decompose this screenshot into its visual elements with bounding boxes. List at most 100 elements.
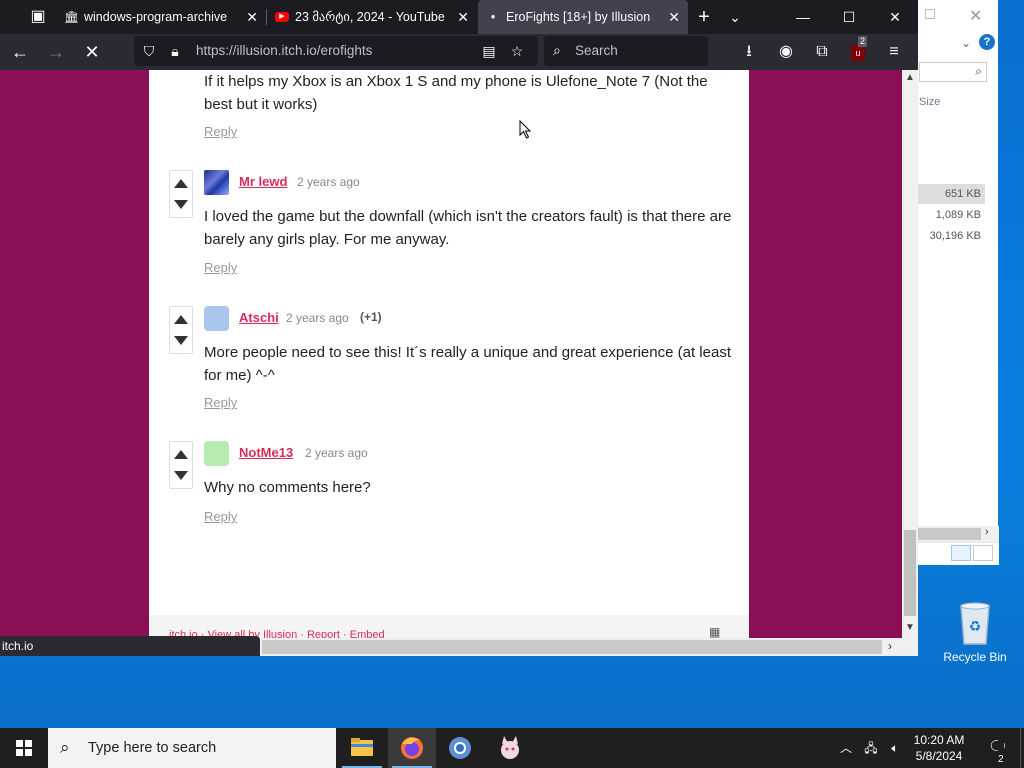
firefox-view-icon[interactable]: ▣	[26, 5, 50, 29]
page-vertical-scrollbar[interactable]: ▲ ▼	[902, 70, 918, 638]
comment-author[interactable]: Mr lewd	[239, 174, 287, 189]
shield-icon[interactable]: ⛉	[140, 42, 158, 60]
clock[interactable]: 10:20 AM 5/8/2024	[908, 728, 970, 768]
file-size[interactable]: 1,089 KB	[917, 205, 985, 225]
avatar[interactable]	[204, 306, 229, 331]
downloads-icon[interactable]: ⭳	[737, 40, 761, 64]
large-icons-view-icon[interactable]	[973, 545, 993, 561]
windows-logo-icon	[16, 740, 32, 756]
list-all-tabs-button[interactable]: ⌄	[712, 0, 758, 34]
forward-button[interactable]: →	[42, 38, 70, 66]
reply-link[interactable]: Reply	[204, 124, 237, 139]
comments-panel: If it helps my Xbox is an Xbox 1 S and m…	[149, 70, 749, 638]
notification-count: 2	[998, 740, 1004, 768]
file-size[interactable]: 30,196 KB	[917, 226, 985, 246]
tab-youtube[interactable]: ▶ 23 მარტი, 2024 - YouTube ✕	[267, 0, 477, 34]
back-button[interactable]: ←	[6, 38, 34, 66]
vote-box	[169, 441, 193, 489]
show-desktop-button[interactable]	[1020, 728, 1024, 768]
close-tab-icon[interactable]: ✕	[246, 0, 258, 34]
file-explorer-window[interactable]: ✕ ⌄ ? ⌕ Size 651 KB 1,089 KB 30,196 KB ›	[916, 0, 999, 565]
size-column-header[interactable]: Size	[919, 96, 940, 108]
ublock-icon[interactable]: u2	[846, 36, 870, 64]
reader-view-icon[interactable]: ▤	[480, 42, 498, 60]
search-icon: ⌕	[60, 738, 70, 757]
tab-bar: ▣ 🏛 windows-program-archive ✕ ▶ 23 მარტი…	[0, 0, 918, 34]
maximize-button[interactable]: ☐	[826, 0, 872, 34]
vote-box	[169, 170, 193, 218]
help-icon[interactable]: ?	[979, 34, 995, 50]
url-bar[interactable]: ⛉ 🔒︎ https://illusion.itch.io/erofights …	[134, 36, 538, 66]
ublock-badge: 2	[858, 36, 868, 47]
file-explorer-taskbar-icon[interactable]	[338, 728, 386, 768]
show-hidden-icons[interactable]: ︿	[836, 728, 856, 768]
avatar[interactable]	[204, 441, 229, 466]
comment-time[interactable]: 2 years ago	[297, 175, 360, 189]
reply-link[interactable]: Reply	[204, 395, 237, 410]
url-text[interactable]: https://illusion.itch.io/erofights	[196, 36, 372, 66]
close-window-button[interactable]: ✕	[872, 0, 918, 34]
recycle-bin-icon: ♻	[955, 600, 995, 646]
youtube-icon: ▶	[275, 12, 289, 22]
scroll-down-arrow-icon[interactable]: ▼	[902, 622, 918, 633]
status-link-preview: itch.io	[0, 636, 260, 656]
vote-box	[169, 306, 193, 354]
search-placeholder: Search	[575, 43, 618, 58]
chrome-taskbar-icon[interactable]	[436, 728, 484, 768]
itch-icon: ●	[490, 12, 496, 21]
account-icon[interactable]: ◉	[774, 40, 798, 64]
explorer-search-input[interactable]: ⌕	[919, 62, 987, 82]
file-size[interactable]: 651 KB	[917, 184, 985, 204]
maximize-icon[interactable]	[925, 9, 935, 19]
scroll-thumb[interactable]	[904, 530, 916, 616]
reply-link[interactable]: Reply	[204, 509, 237, 524]
volume-muted-icon[interactable]: 🔈︎	[884, 728, 906, 768]
search-bar[interactable]: ⌕ Search	[544, 36, 708, 66]
downvote-icon[interactable]	[174, 336, 188, 345]
comment-author[interactable]: NotMe13	[239, 445, 293, 460]
network-icon[interactable]: 🖧︎	[860, 728, 882, 768]
scroll-right-arrow-icon[interactable]: ›	[985, 526, 989, 538]
scroll-up-arrow-icon[interactable]: ▲	[902, 72, 918, 83]
stop-loading-button[interactable]: ✕	[78, 38, 106, 66]
details-view-icon[interactable]	[951, 545, 971, 561]
mouse-cursor-icon	[519, 120, 532, 139]
upvote-icon[interactable]	[174, 179, 188, 188]
start-button[interactable]	[0, 728, 48, 768]
avatar[interactable]	[204, 170, 229, 195]
tab-windows-program-archive[interactable]: 🏛 windows-program-archive ✕	[56, 0, 266, 34]
downvote-icon[interactable]	[174, 200, 188, 209]
scroll-thumb[interactable]	[917, 528, 981, 540]
reply-link[interactable]: Reply	[204, 260, 237, 275]
upvote-icon[interactable]	[174, 450, 188, 459]
close-tab-icon[interactable]: ✕	[457, 0, 469, 34]
taskbar: ⌕ Type here to search ︿ 🖧︎ 🔈︎ 10:20 AM 5…	[0, 728, 1024, 768]
scroll-thumb[interactable]	[262, 640, 882, 654]
comment-author[interactable]: Atschi	[239, 310, 279, 325]
downvote-icon[interactable]	[174, 471, 188, 480]
tab-label: 23 მარტი, 2024 - YouTube	[295, 10, 445, 24]
upvote-icon[interactable]	[174, 315, 188, 324]
itch-logo-icon[interactable]: ▦	[709, 625, 720, 638]
game-app-taskbar-icon[interactable]	[486, 728, 534, 768]
page-footer: itch.io · View all by Illusion · Report …	[149, 615, 749, 638]
scroll-right-arrow-icon[interactable]: ›	[888, 639, 892, 653]
bookmark-star-icon[interactable]: ☆	[508, 42, 526, 60]
extensions-icon[interactable]: ⧉	[810, 40, 834, 64]
comment-time[interactable]: 2 years ago	[305, 446, 368, 460]
close-icon[interactable]: ✕	[969, 6, 982, 26]
menu-icon[interactable]: ≡	[882, 40, 906, 64]
explorer-horizontal-scrollbar[interactable]: ›	[917, 526, 999, 542]
comment-time[interactable]: 2 years ago	[286, 311, 349, 325]
recycle-bin[interactable]: ♻ Recycle Bin	[938, 600, 1012, 664]
lock-icon[interactable]: 🔒︎	[166, 42, 184, 60]
firefox-taskbar-icon[interactable]	[388, 728, 436, 768]
tab-erofights[interactable]: ● EroFights [18+] by Illusion ✕	[478, 0, 688, 34]
chevron-down-icon[interactable]: ⌄	[961, 36, 971, 50]
taskbar-search-input[interactable]: ⌕ Type here to search	[48, 728, 336, 768]
comment-body: I loved the game but the downfall (which…	[204, 208, 732, 248]
clock-time: 10:20 AM	[913, 733, 965, 747]
minimize-button[interactable]: —	[780, 0, 826, 34]
close-tab-icon[interactable]: ✕	[668, 0, 680, 34]
notifications-icon[interactable]: 🗨︎2	[978, 728, 1018, 768]
